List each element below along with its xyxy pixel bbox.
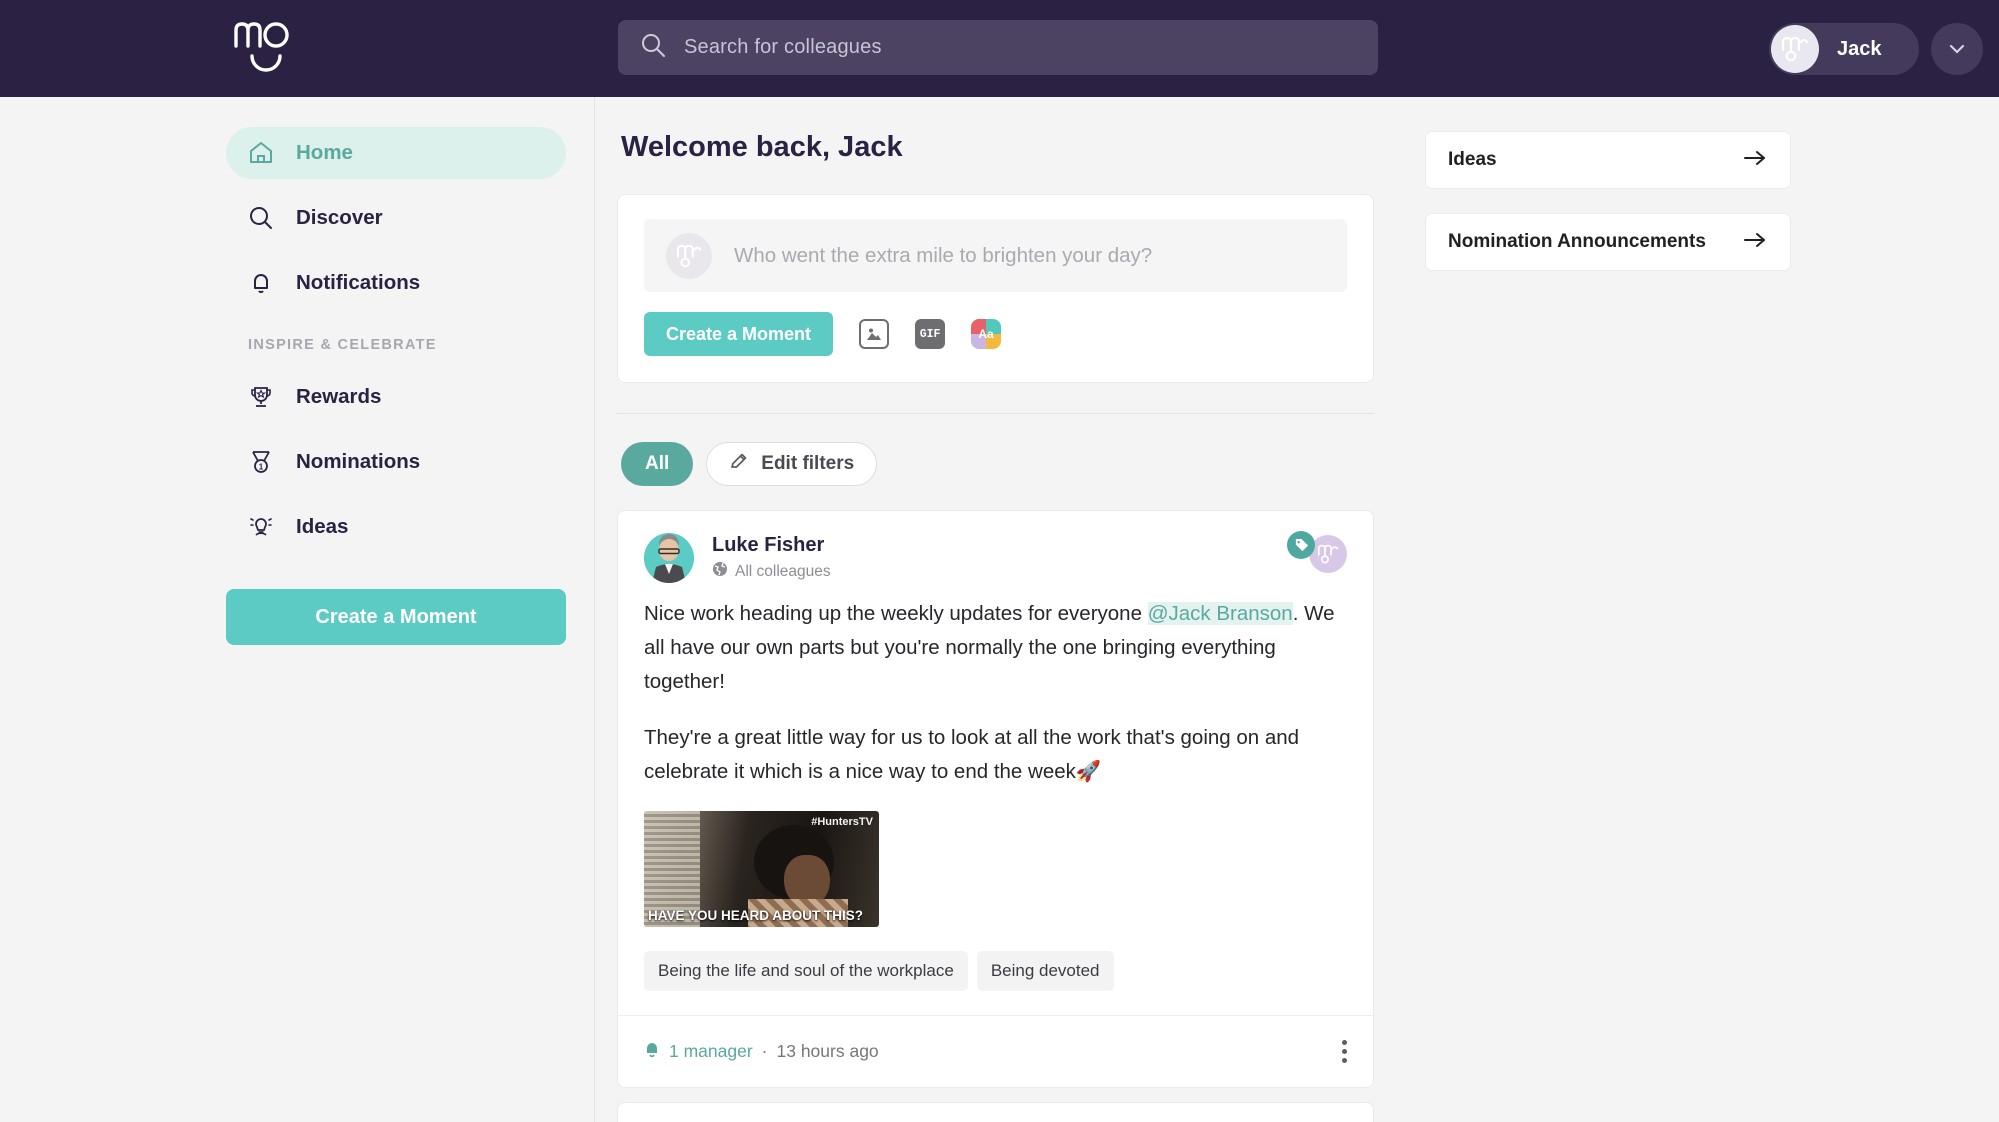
sidebar-item-notifications[interactable]: Notifications (226, 257, 566, 309)
image-icon[interactable] (859, 319, 889, 349)
bell-icon (644, 1041, 660, 1063)
mention-link[interactable]: @Jack Branson (1148, 602, 1293, 625)
filter-bar: All Edit filters (621, 442, 1397, 486)
post-text-before: Nice work heading up the weekly updates … (644, 602, 1148, 625)
compose-card: Who went the extra mile to brighten your… (617, 194, 1374, 383)
dot (1342, 1040, 1347, 1045)
post-author: Luke Fisher (712, 534, 831, 557)
create-moment-button[interactable]: Create a Moment (644, 312, 833, 356)
post-header: Luke Fisher All colleagues (618, 511, 1373, 583)
compose-actions: Create a Moment GIF Aa (644, 312, 1347, 356)
arrow-right-icon (1742, 148, 1768, 173)
sticker-label: Aa (971, 319, 1001, 349)
sidebar-item-label: Notifications (296, 271, 420, 295)
globe-icon (712, 561, 728, 582)
medal-icon: 1 (248, 449, 274, 475)
arrow-right-icon (1742, 230, 1768, 255)
filter-all-button[interactable]: All (621, 442, 693, 486)
post-audience: All colleagues (712, 561, 831, 582)
rail-card-ideas[interactable]: Ideas (1425, 131, 1791, 189)
search-icon (248, 205, 274, 231)
sidebar-item-label: Ideas (296, 515, 348, 539)
avatar (1771, 25, 1819, 73)
top-header: Search for colleagues Jack (0, 0, 1999, 97)
value-tag[interactable]: Being the life and soul of the workplace (644, 951, 968, 991)
page-title: Welcome back, Jack (621, 131, 1397, 164)
bell-icon (248, 270, 274, 296)
rail-card-nomination-announcements[interactable]: Nomination Announcements (1425, 213, 1791, 271)
post-meta: 1 manager · 13 hours ago (644, 1041, 879, 1063)
search-input[interactable]: Search for colleagues (618, 20, 1378, 75)
sidebar-item-label: Discover (296, 206, 383, 230)
edit-filters-label: Edit filters (761, 453, 854, 475)
avatar (666, 233, 712, 279)
trophy-icon (248, 384, 274, 410)
search-placeholder: Search for colleagues (684, 36, 882, 59)
main-feed: Welcome back, Jack Who went the extra mi… (617, 97, 1397, 1122)
avatar[interactable] (644, 533, 694, 583)
pencil-icon (729, 451, 749, 477)
post-badges (1287, 531, 1347, 575)
edit-filters-button[interactable]: Edit filters (706, 442, 877, 486)
sidebar-item-home[interactable]: Home (226, 127, 566, 179)
next-post-card (617, 1102, 1374, 1122)
dot (1342, 1049, 1347, 1054)
value-tag[interactable]: Being devoted (977, 951, 1114, 991)
profile-menu[interactable]: Jack (1769, 23, 1919, 75)
profile-name: Jack (1837, 38, 1882, 61)
mo-logo-icon[interactable] (232, 22, 292, 78)
moment-input[interactable]: Who went the extra mile to brighten your… (644, 219, 1347, 292)
search-icon (640, 32, 666, 63)
post-audience-label: All colleagues (735, 563, 831, 581)
rail-card-label: Nomination Announcements (1448, 231, 1706, 253)
moment-input-placeholder: Who went the extra mile to brighten your… (734, 244, 1152, 268)
sidebar: Home Discover Notifications INSPIRE & CE… (0, 97, 595, 1122)
sidebar-item-label: Home (296, 141, 353, 165)
mo-badge-icon (1309, 535, 1347, 573)
gif-watermark: #HuntersTV (811, 816, 873, 828)
manager-count: 1 manager (669, 1041, 753, 1062)
lightbulb-icon (248, 514, 274, 540)
post-footer: 1 manager · 13 hours ago (618, 1015, 1373, 1087)
sticker-icon[interactable]: Aa (971, 319, 1001, 349)
svg-text:1: 1 (259, 463, 264, 472)
post-author-block: Luke Fisher All colleagues (712, 534, 831, 582)
post-separator: · (762, 1041, 768, 1062)
gif-icon[interactable]: GIF (915, 319, 945, 349)
post-paragraph-1: Nice work heading up the weekly updates … (644, 597, 1347, 699)
home-icon (248, 140, 274, 166)
sidebar-section-label: INSPIRE & CELEBRATE (226, 337, 594, 353)
create-moment-button-sidebar[interactable]: Create a Moment (226, 589, 566, 645)
sidebar-item-ideas[interactable]: Ideas (226, 501, 566, 553)
right-rail: Ideas Nomination Announcements (1397, 97, 1817, 1122)
gif-caption: HAVE YOU HEARD ABOUT THIS? (648, 908, 875, 923)
dot (1342, 1058, 1347, 1063)
gif-attachment[interactable]: #HuntersTV HAVE YOU HEARD ABOUT THIS? (644, 811, 879, 927)
sidebar-item-label: Rewards (296, 385, 381, 409)
post-timestamp: 13 hours ago (777, 1041, 879, 1062)
sidebar-item-discover[interactable]: Discover (226, 192, 566, 244)
tag-badge-icon (1287, 531, 1315, 559)
rail-card-label: Ideas (1448, 149, 1497, 171)
post-paragraph-2: They're a great little way for us to loo… (644, 721, 1347, 789)
sidebar-item-rewards[interactable]: Rewards (226, 371, 566, 423)
post-options-menu[interactable] (1342, 1040, 1347, 1063)
value-tags: Being the life and soul of the workplace… (618, 941, 1373, 1015)
post-body: Nice work heading up the weekly updates … (618, 583, 1373, 927)
divider (617, 413, 1374, 414)
chevron-down-icon[interactable] (1931, 23, 1983, 75)
sidebar-item-nominations[interactable]: 1 Nominations (226, 436, 566, 488)
sidebar-item-label: Nominations (296, 450, 420, 474)
post-card: Luke Fisher All colleagues (617, 510, 1374, 1088)
